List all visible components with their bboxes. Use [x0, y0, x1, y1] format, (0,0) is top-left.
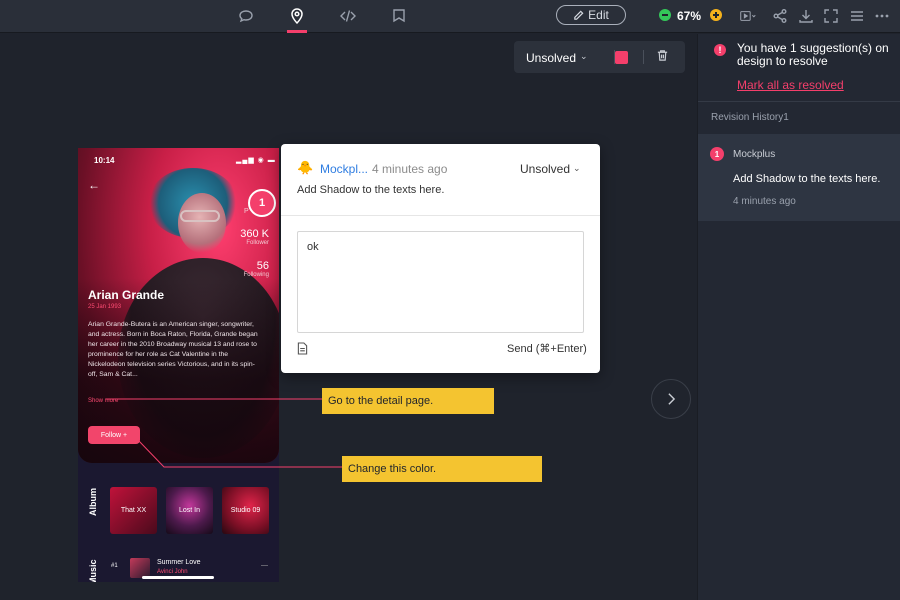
divider [281, 215, 600, 216]
track-title[interactable]: Summer Love [157, 559, 201, 566]
track-artwork [130, 558, 150, 578]
track-number: #1 [111, 563, 118, 569]
hero-glasses [180, 210, 220, 222]
phone-time: 10:14 [94, 156, 115, 165]
album-section-label: Album [88, 488, 98, 516]
comment-status-toolbar: Unsolved ⌄ [514, 41, 685, 73]
edit-label: Edit [588, 8, 609, 22]
play-icon[interactable] [735, 6, 761, 26]
code-icon[interactable] [338, 6, 358, 26]
download-icon[interactable] [796, 6, 816, 26]
artist-name: Arian Grande [88, 288, 165, 302]
follow-button[interactable]: Follow + [88, 426, 140, 444]
music-section-label: Music [88, 559, 98, 582]
album-tile[interactable]: That XX [110, 487, 157, 534]
suggestions-summary: You have 1 suggestion(s) on design to re… [737, 41, 889, 68]
next-page-button[interactable] [651, 379, 691, 419]
comment-list-item[interactable]: 1 Mockplus Add Shadow to the texts here.… [698, 134, 900, 221]
comment-pin[interactable]: 1 [248, 189, 276, 217]
hero-face [178, 193, 226, 253]
comment-status-dropdown[interactable]: Unsolved [520, 162, 570, 176]
stat-label-partial: P [244, 208, 249, 215]
reply-input[interactable]: ok [297, 231, 584, 333]
comment-icon[interactable] [236, 6, 256, 26]
comment-time: 4 minutes ago [372, 162, 448, 176]
show-more-link[interactable]: Show more [88, 398, 118, 404]
top-toolbar: Edit 67% [0, 0, 900, 33]
following-label: Following [243, 272, 269, 278]
following-count: 56 [256, 260, 269, 272]
edit-button[interactable]: Edit [556, 5, 626, 25]
revision-history-label[interactable]: Revision History1 [711, 112, 789, 123]
home-indicator [142, 576, 214, 579]
following-stat: 56 Following [244, 260, 269, 278]
document-icon[interactable] [297, 342, 308, 360]
zoom-level: 67% [677, 9, 702, 23]
comment-text: Add Shadow to the texts here. [297, 184, 445, 196]
share-icon[interactable] [770, 6, 790, 26]
trash-icon[interactable] [656, 49, 669, 67]
status-dropdown[interactable]: Unsolved [526, 51, 576, 65]
album-tile[interactable]: Lost In [166, 487, 213, 534]
zoom-out-button[interactable] [659, 9, 671, 21]
comment-time: 4 minutes ago [733, 196, 796, 207]
divider [643, 50, 644, 64]
artist-date: 25 Jan 1993 [88, 304, 122, 310]
zoom-in-button[interactable] [710, 9, 722, 21]
comment-text: Add Shadow to the texts here. [733, 173, 881, 185]
send-button[interactable]: Send (⌘+Enter) [507, 342, 587, 355]
comment-author[interactable]: Mockpl... [320, 162, 368, 176]
follower-count: 360 K [240, 228, 269, 240]
comments-panel: ! You have 1 suggestion(s) on design to … [697, 34, 900, 600]
artist-bio: Arian Grande-Butera is an American singe… [88, 321, 258, 378]
track-more: — [261, 562, 268, 569]
user-avatar: 🐥 [297, 160, 314, 175]
phone-mockup: 10:14 ▂▄▆ ◉ ▬ ← P 360 K Follower 56 Foll… [78, 148, 279, 582]
color-swatch[interactable] [615, 51, 628, 64]
pin-icon[interactable] [287, 6, 307, 26]
active-tool-indicator [287, 30, 307, 33]
comment-author: Mockplus [733, 149, 776, 160]
follower-label: Follower [246, 240, 269, 246]
back-arrow-icon[interactable]: ← [88, 178, 100, 192]
pencil-icon [574, 10, 584, 20]
chevron-down-icon[interactable]: ⌄ [580, 51, 588, 62]
album-tile[interactable]: Studio 09 [222, 487, 269, 534]
alert-icon: ! [714, 44, 726, 56]
more-icon[interactable] [872, 6, 892, 26]
signal-battery-icon: ▂▄▆ ◉ ▬ [236, 157, 276, 164]
follower-stat: 360 K Follower [240, 228, 269, 246]
menu-icon[interactable] [847, 6, 867, 26]
chevron-down-icon[interactable]: ⌄ [573, 163, 581, 174]
bookmark-icon[interactable] [389, 6, 409, 26]
annotation-note[interactable]: Go to the detail page. [322, 388, 494, 414]
fullscreen-icon[interactable] [821, 6, 841, 26]
mark-all-resolved-link[interactable]: Mark all as resolved [737, 78, 844, 92]
comment-popup: 🐥 Mockpl... 4 minutes ago Unsolved ⌄ Add… [281, 144, 600, 373]
annotation-note[interactable]: Change this color. [342, 456, 542, 482]
comment-number-badge: 1 [710, 147, 724, 161]
chevron-right-icon [667, 393, 675, 405]
track-artist: Avinci John [157, 569, 188, 575]
divider [698, 101, 900, 102]
